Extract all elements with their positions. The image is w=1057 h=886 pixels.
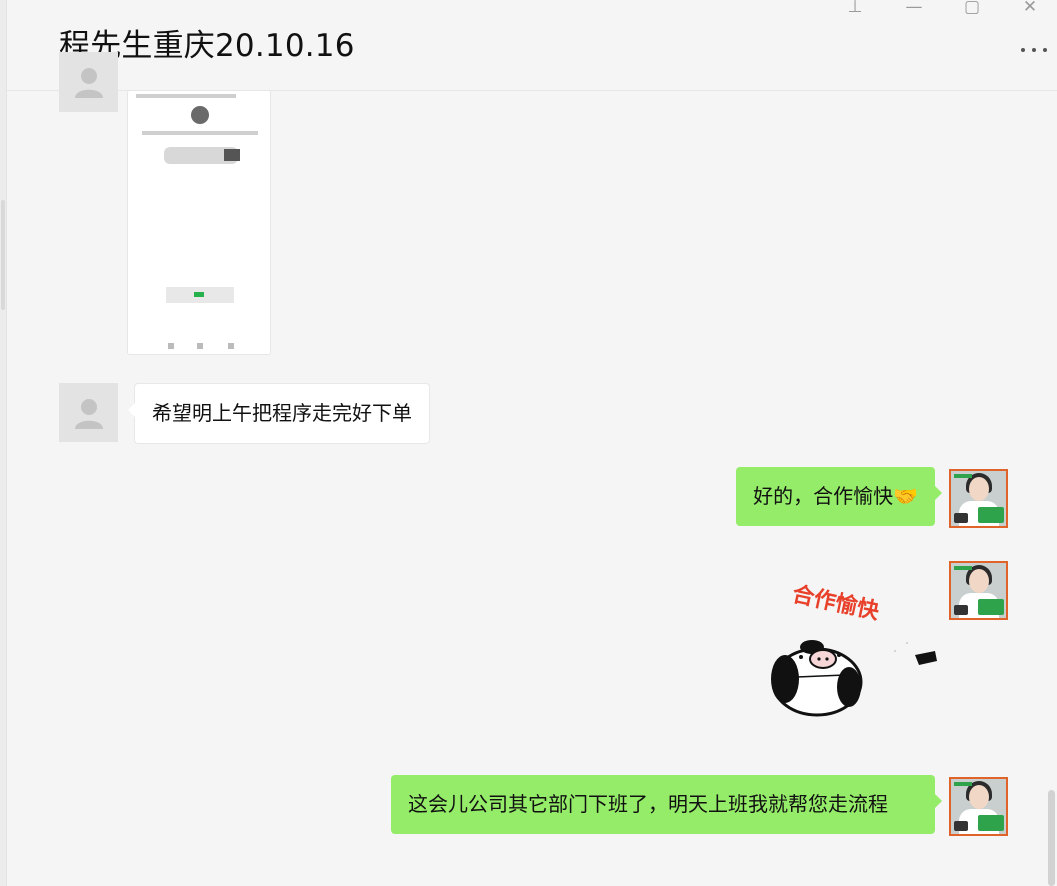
image-message[interactable]	[127, 90, 271, 355]
message-bubble-sent[interactable]: 好的，合作愉快🤝	[736, 467, 942, 526]
message-text: 这会儿公司其它部门下班了，明天上班我就帮您走流程	[408, 792, 888, 816]
sticker-message[interactable]: 合作愉快	[757, 577, 947, 717]
contact-avatar[interactable]	[59, 52, 118, 112]
user-placeholder-icon	[74, 398, 103, 429]
user-placeholder-icon	[74, 68, 103, 98]
close-icon[interactable]: ✕	[1015, 0, 1045, 20]
more-options-icon[interactable]	[1017, 42, 1051, 58]
self-avatar[interactable]	[949, 469, 1008, 528]
message-bubble-sent[interactable]: 这会儿公司其它部门下班了，明天上班我就帮您走流程	[391, 775, 942, 834]
chat-header: 程先生重庆20.10.16 ⊥ — ▢ ✕	[7, 0, 1057, 91]
message-text: 好的，合作愉快	[753, 484, 894, 508]
self-avatar[interactable]	[949, 561, 1008, 620]
minimize-icon[interactable]: —	[899, 0, 929, 20]
contact-avatar[interactable]	[59, 383, 118, 442]
phone-screenshot-thumbnail	[128, 91, 270, 354]
left-panel-edge	[0, 0, 7, 886]
self-avatar[interactable]	[949, 777, 1008, 836]
message-list[interactable]: 希望明上午把程序走完好下单 好的，合作愉快🤝 合作愉快 这会儿公司其它部门下班了…	[7, 52, 1057, 886]
handshake-emoji-icon: 🤝	[893, 484, 918, 508]
message-text: 希望明上午把程序走完好下单	[152, 401, 412, 425]
message-bubble-received[interactable]: 希望明上午把程序走完好下单	[128, 383, 430, 444]
pin-icon[interactable]: ⊥	[840, 0, 870, 20]
left-scrollbar[interactable]	[1, 200, 5, 310]
chat-scrollbar[interactable]	[1048, 790, 1055, 886]
maximize-icon[interactable]: ▢	[957, 0, 987, 20]
